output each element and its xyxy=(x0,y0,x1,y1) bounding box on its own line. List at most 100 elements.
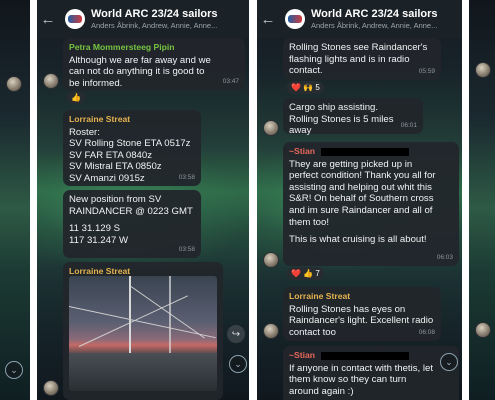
reaction-pill[interactable]: ❤️ 👍 7 xyxy=(287,267,324,280)
chat-header: ← World ARC 23/24 sailors Anders Åbrink,… xyxy=(37,0,249,38)
message-line: This is what cruising is all about! xyxy=(289,234,427,246)
chat-screen-left: ← World ARC 23/24 sailors Anders Åbrink,… xyxy=(37,0,249,400)
message-sender: ~Stian xyxy=(289,146,453,158)
avatar xyxy=(43,380,59,396)
scroll-down-button[interactable]: ⌄ xyxy=(5,361,23,379)
message-bubble[interactable]: ~Stian They are getting picked up in per… xyxy=(283,142,459,266)
photo-message[interactable]: Lorraine Streat xyxy=(63,262,223,400)
photo-rigging xyxy=(69,306,216,339)
avatar xyxy=(475,322,491,338)
group-avatar[interactable] xyxy=(65,9,85,29)
avatar xyxy=(43,73,59,89)
message-time: 06:03 xyxy=(436,254,453,262)
scroll-down-button[interactable]: ⌄ xyxy=(229,355,247,373)
message-line: 11 31.129 S xyxy=(69,223,121,235)
message-line: Raindancer's light. Excellent radio xyxy=(289,315,434,327)
reaction-thumbs-up[interactable]: 👍 xyxy=(67,91,85,104)
sailboat-photo[interactable] xyxy=(69,276,217,391)
group-title: World ARC 23/24 sailors xyxy=(91,8,218,20)
photo-rigging xyxy=(78,295,188,347)
message-bubble[interactable]: New position from SV RAINDANCER @ 0223 G… xyxy=(63,190,201,258)
message-line: Although we are far away and we xyxy=(69,54,211,66)
avatar xyxy=(263,323,279,339)
forward-button[interactable]: ↪ xyxy=(227,325,245,343)
message-bubble[interactable]: Petra Mommersteeg Pipin Although we are … xyxy=(63,38,245,90)
reaction-count: 7 xyxy=(315,269,320,278)
message-line: SV Rolling Stone ETA 0517z xyxy=(69,138,191,150)
message-line: SV Amanzi 0915z xyxy=(69,172,145,184)
thumbs-up-icon: 👍 xyxy=(303,269,314,278)
message-line: New position from SV xyxy=(69,194,162,205)
reaction-count: 5 xyxy=(315,83,320,92)
raised-hands-icon: 🙌 xyxy=(303,83,314,92)
message-line: Rolling Stones is 5 miles away xyxy=(289,113,394,137)
message-line: Roster: xyxy=(69,126,100,138)
message-line: contact too xyxy=(289,326,336,338)
back-arrow-icon[interactable]: ← xyxy=(37,11,59,28)
message-line: They are getting picked up in xyxy=(289,158,413,170)
message-bubble[interactable]: Lorraine Streat Roster: SV Rolling Stone… xyxy=(63,110,201,186)
message-time: 06:01 xyxy=(400,122,417,130)
message-line: can not do anything it is good to xyxy=(69,66,205,78)
header-text[interactable]: World ARC 23/24 sailors Anders Åbrink, A… xyxy=(91,8,218,30)
message-line: contact. xyxy=(289,65,323,77)
reactions: ❤️ 🙌 5 xyxy=(287,81,324,94)
message-sender: Petra Mommersteeg Pipin xyxy=(69,42,175,52)
avatar xyxy=(475,62,491,78)
divider xyxy=(462,0,469,400)
heart-icon: ❤️ xyxy=(291,83,301,92)
message-line: Rolling Stones has eyes on xyxy=(289,303,406,315)
message-line: assisting and helping out whit this xyxy=(289,181,432,193)
message-time: 03:58 xyxy=(178,246,195,254)
message-sender: ~Stian xyxy=(289,350,453,362)
adjacent-screenshot-right xyxy=(469,0,495,400)
message-bubble[interactable]: ~Stian If anyone in contact with thetis,… xyxy=(283,346,459,400)
message-line: SV Mistral ETA 0850z xyxy=(69,161,162,173)
sender-name: ~Stian xyxy=(289,146,316,156)
chat-screen-right: ← World ARC 23/24 sailors Anders Åbrink,… xyxy=(257,0,462,400)
message-time: 05:59 xyxy=(418,68,435,76)
message-sender: Lorraine Streat xyxy=(289,291,351,301)
message-line: Cargo ship assisting. xyxy=(289,102,379,113)
message-bubble[interactable]: Rolling Stones see Raindancer's flashing… xyxy=(283,38,441,80)
message-line: 117 31.247 W xyxy=(69,234,129,246)
message-line: perfect condition! Thank you all for xyxy=(289,170,436,182)
divider xyxy=(30,0,37,400)
message-line: and im sure Raindancer and all of xyxy=(289,204,433,216)
redacted-phone xyxy=(321,351,410,360)
avatar xyxy=(6,76,22,92)
scroll-down-button[interactable]: ⌄ xyxy=(440,353,458,371)
message-time: 03:47 xyxy=(222,78,239,86)
message-bubble[interactable]: Cargo ship assisting. Rolling Stones is … xyxy=(283,98,423,137)
header-text[interactable]: World ARC 23/24 sailors Anders Åbrink, A… xyxy=(311,8,438,30)
message-line: flashing lights and is in radio xyxy=(289,53,410,65)
avatar xyxy=(263,252,279,268)
message-time: 06:08 xyxy=(418,329,435,337)
group-members: Anders Åbrink, Andrew, Annie, Anne... xyxy=(311,21,438,30)
message-line: SV FAR ETA 0840z xyxy=(69,149,153,161)
reactions: ❤️ 👍 7 xyxy=(287,267,324,280)
group-avatar[interactable] xyxy=(285,9,305,29)
message-line: be informed. xyxy=(69,77,123,89)
reaction-pill[interactable]: ❤️ 🙌 5 xyxy=(287,81,324,94)
message-time: 03:58 xyxy=(178,174,195,182)
message-line: S&R! On behalf of Southern cross xyxy=(289,193,434,205)
message-line: If anyone in contact with thetis, let xyxy=(289,362,433,374)
group-logo-icon xyxy=(68,15,82,23)
chat-header: ← World ARC 23/24 sailors Anders Åbrink,… xyxy=(257,0,462,38)
message-line: around again :) xyxy=(289,385,354,397)
photo-rigging xyxy=(130,286,206,339)
photo-deck xyxy=(69,353,217,391)
message-sender: Lorraine Streat xyxy=(69,114,131,124)
avatar xyxy=(263,120,279,136)
message-bubble[interactable]: Lorraine Streat Rolling Stones has eyes … xyxy=(283,287,441,341)
back-arrow-icon[interactable]: ← xyxy=(257,11,279,28)
divider xyxy=(249,0,257,400)
message-line: RAINDANCER @ 0223 GMT xyxy=(69,205,193,217)
group-logo-icon xyxy=(288,15,302,23)
group-title: World ARC 23/24 sailors xyxy=(311,8,438,20)
heart-icon: ❤️ xyxy=(291,269,301,278)
redacted-phone xyxy=(321,147,410,156)
message-line: Rolling Stones see Raindancer's xyxy=(289,42,428,53)
message-line: them know so they can turn xyxy=(289,374,407,386)
